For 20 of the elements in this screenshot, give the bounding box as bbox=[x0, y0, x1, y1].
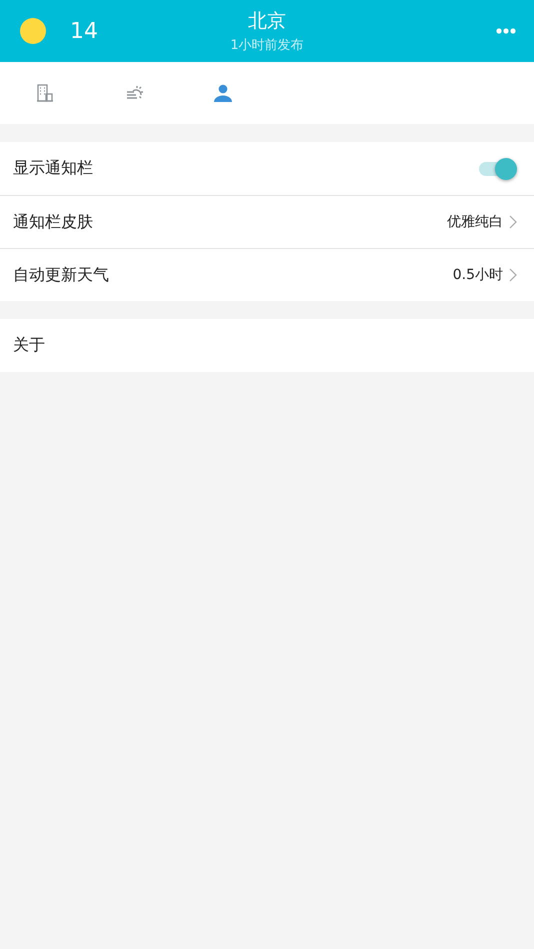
update-time: 1小时前发布 bbox=[230, 37, 304, 54]
more-icon[interactable] bbox=[496, 28, 516, 34]
sun-icon bbox=[20, 18, 46, 44]
settings-row[interactable]: 显示通知栏 bbox=[0, 142, 534, 195]
settings-row[interactable]: 通知栏皮肤 优雅纯白 bbox=[0, 195, 534, 248]
settings-row[interactable]: 关于 bbox=[0, 319, 534, 372]
row-label: 关于 bbox=[13, 335, 46, 356]
building-icon[interactable] bbox=[34, 83, 54, 103]
row-label: 显示通知栏 bbox=[13, 158, 94, 179]
temperature: 14 bbox=[70, 18, 98, 44]
settings-row[interactable]: 自动更新天气 0.5小时 bbox=[0, 248, 534, 301]
row-label: 自动更新天气 bbox=[13, 264, 110, 286]
chevron-icon bbox=[509, 268, 517, 282]
toggle-switch[interactable] bbox=[479, 158, 517, 180]
person-icon[interactable] bbox=[212, 83, 232, 103]
row-value: 0.5小时 bbox=[452, 266, 503, 284]
row-value: 优雅纯白 bbox=[447, 213, 503, 231]
row-label: 通知栏皮肤 bbox=[13, 212, 94, 232]
city-name: 北京 bbox=[248, 9, 286, 34]
chevron-icon bbox=[509, 215, 517, 229]
